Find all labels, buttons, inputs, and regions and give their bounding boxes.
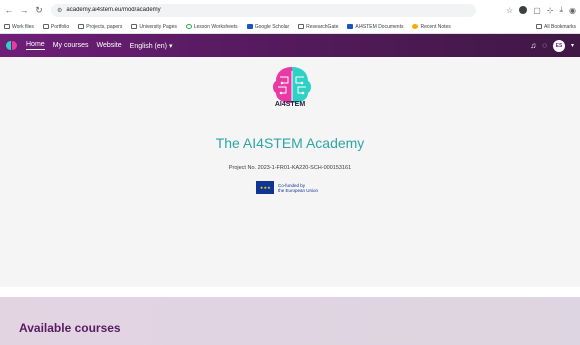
bookmark-item[interactable]: Projects, papers: [78, 24, 122, 30]
site-info-icon[interactable]: ⚙: [57, 7, 62, 14]
bookmark-label: Projects, papers: [86, 23, 123, 30]
bookmark-item[interactable]: ResearchGate: [298, 24, 338, 30]
eu-funding-badge: ★ ★ ★ Co-funded by the European Union: [256, 181, 318, 194]
chevron-down-icon[interactable]: ▾: [571, 42, 574, 49]
tab-icon[interactable]: ▢: [533, 6, 541, 15]
nav-home[interactable]: Home: [26, 41, 45, 50]
bookmark-item[interactable]: All Bookmarks: [536, 24, 576, 30]
folder-icon: [131, 24, 138, 29]
eu-flag-icon: ★ ★ ★: [256, 181, 274, 194]
bookmark-item[interactable]: Work files: [4, 24, 34, 30]
notifications-bell-icon[interactable]: ♫: [530, 41, 536, 50]
bookmark-label: AI4STEM Documents: [355, 23, 404, 30]
site-navbar: Home My courses Website English (en) ▾ ♫…: [0, 34, 580, 57]
extensions-puzzle-icon[interactable]: ⊹: [547, 6, 554, 15]
globe-icon: [185, 24, 192, 29]
bookmark-item[interactable]: Google Scholar: [246, 23, 290, 30]
language-selector[interactable]: English (en) ▾: [130, 42, 173, 50]
bookmark-label: Work files: [12, 23, 34, 30]
address-bar[interactable]: ⚙ academy.ai4stem.eu/mod/academy: [51, 3, 476, 17]
folder-icon: [4, 24, 10, 29]
reload-icon[interactable]: ↻: [34, 4, 44, 16]
project-number: Project No. 2023-1-FR01-KA220-SCH-000153…: [228, 165, 352, 171]
drive-icon: [347, 24, 354, 29]
bookmark-label: Google Scholar: [254, 23, 290, 30]
bookmark-star-icon[interactable]: ☆: [506, 6, 513, 15]
bookmark-item[interactable]: AI4STEM Documents: [347, 24, 403, 30]
folder-icon: [536, 24, 543, 29]
bookmark-item[interactable]: University Pages: [131, 24, 177, 30]
bookmark-label: University Pages: [139, 23, 177, 30]
bookmarks-bar: Work files Portfolio Projects, papers Un…: [0, 20, 580, 34]
scholar-icon: [246, 24, 253, 29]
bookmark-label: Recent Notes: [420, 23, 451, 30]
folder-icon: [42, 24, 49, 29]
site-logo-icon[interactable]: [6, 40, 17, 51]
nav-website[interactable]: Website: [96, 42, 121, 49]
user-avatar[interactable]: ES: [552, 39, 565, 52]
bookmark-label: All Bookmarks: [544, 23, 576, 30]
researchgate-icon: [298, 24, 305, 29]
bookmark-item[interactable]: Portfolio: [42, 23, 70, 30]
bookmark-item[interactable]: Recent Notes: [412, 23, 451, 30]
messages-icon[interactable]: ◌: [542, 41, 547, 50]
profile-icon[interactable]: ◉: [569, 6, 576, 15]
courses-section: Available courses: [0, 297, 580, 345]
site-title: The AI4STEM Academy: [215, 135, 365, 151]
nav-my-courses[interactable]: My courses: [53, 42, 89, 49]
logo-wordmark: AI4STEM: [274, 101, 306, 108]
extension-icon[interactable]: [519, 6, 528, 14]
folder-icon: [78, 24, 85, 29]
url-text: academy.ai4stem.eu/mod/academy: [66, 7, 161, 13]
hero-section: AI4STEM The AI4STEM Academy Project No. …: [0, 57, 580, 287]
bookmark-item[interactable]: Lesson Worksheets: [185, 23, 238, 30]
browser-toolbar: ← → ↻ ⚙ academy.ai4stem.eu/mod/academy ☆…: [0, 0, 580, 20]
back-icon[interactable]: ←: [4, 4, 14, 16]
download-icon[interactable]: ⤓: [559, 5, 563, 15]
bookmark-label: ResearchGate: [306, 23, 339, 30]
bookmark-label: Lesson Worksheets: [193, 23, 238, 30]
bookmark-label: Portfolio: [50, 23, 70, 30]
courses-heading: Available courses: [19, 321, 121, 335]
star-icon: [412, 24, 419, 29]
eu-text-line2: the European Union: [278, 187, 319, 193]
forward-icon[interactable]: →: [19, 4, 29, 16]
